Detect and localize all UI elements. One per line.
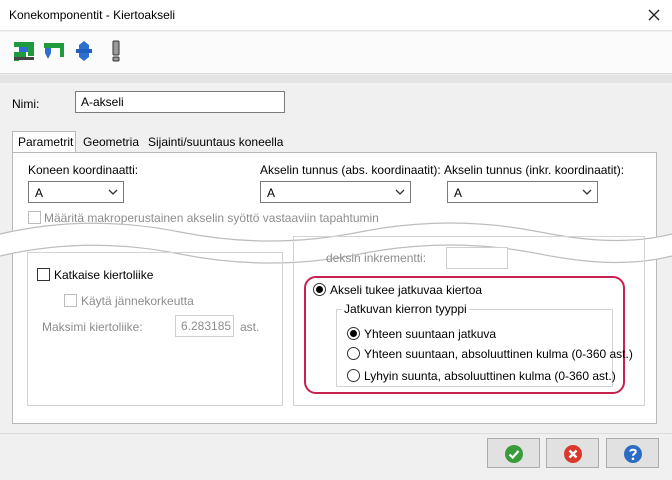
tab-parametrit[interactable]: Parametrit [12, 131, 76, 153]
rotation-type-radio-2[interactable] [347, 347, 360, 360]
toolbar-divider [0, 75, 672, 83]
name-label: Nimi: [12, 97, 40, 111]
axis-abs-label: Akselin tunnus (abs. koordinaatit): [260, 163, 441, 177]
axis-abs-value: A [267, 186, 276, 200]
rotation-type-radio-3[interactable] [347, 369, 360, 382]
rotation-type-radio-1[interactable] [347, 327, 360, 340]
machine-coord-select[interactable]: A [28, 181, 124, 203]
machine-coord-label: Koneen koordinaatti: [28, 163, 139, 177]
toolbar [0, 32, 672, 74]
rotation-type-label-1: Yhteen suuntaan jatkuva [364, 327, 497, 341]
chevron-down-icon [108, 189, 118, 195]
increment-input[interactable] [446, 247, 508, 269]
continuous-rotation-radio[interactable] [313, 283, 326, 296]
increment-label-fragment: deksin inkrementti: [326, 251, 427, 265]
warning-exclamation-icon[interactable] [104, 39, 128, 63]
max-rotation-label: Maksimi kiertoliike: [42, 320, 143, 334]
max-rotation-input[interactable]: 6.283185 [175, 315, 234, 337]
cut-rotation-checkbox[interactable] [37, 268, 50, 281]
ok-button[interactable] [487, 438, 540, 468]
help-question-icon [624, 445, 642, 463]
cancel-button[interactable] [546, 438, 599, 468]
axis-abs-select[interactable]: A [260, 181, 411, 203]
tab-geometria[interactable]: Geometria [78, 132, 144, 152]
component-blue-green-icon[interactable] [42, 39, 66, 63]
chevron-down-icon [395, 189, 405, 195]
tab-sijainti[interactable]: Sijainti/suuntaus koneella [143, 132, 288, 152]
machine-coord-value: A [35, 186, 44, 200]
axis-inc-value: A [454, 186, 463, 200]
cancel-x-icon [564, 445, 582, 463]
axis-inc-label: Akselin tunnus (inkr. koordinaatit): [444, 163, 625, 177]
name-input[interactable]: A-akseli [75, 91, 285, 113]
title-bar: Konekomponentit - Kiertoakseli [0, 0, 672, 31]
max-rotation-unit: ast. [240, 320, 260, 334]
use-chord-label: Käytä jännekorkeutta [81, 294, 194, 308]
cut-rotation-label: Katkaise kiertoliike [54, 268, 154, 282]
help-button[interactable] [606, 438, 659, 468]
rotation-type-label-2: Yhteen suuntaan, absoluuttinen kulma (0-… [364, 347, 633, 361]
rotation-type-label-3: Lyhyin suunta, absoluuttinen kulma (0-36… [364, 369, 616, 383]
check-icon [505, 445, 523, 463]
component-green-icon[interactable] [12, 39, 36, 63]
chevron-down-icon [582, 189, 592, 195]
gear-axis-icon[interactable] [72, 39, 96, 63]
axis-inc-select[interactable]: A [447, 181, 598, 203]
rotation-type-group-label: Jatkuvan kierron tyyppi [342, 302, 469, 316]
close-icon[interactable] [644, 5, 664, 25]
footer-separator [0, 433, 672, 434]
window-title: Konekomponentit - Kiertoakseli [9, 8, 176, 22]
use-chord-checkbox[interactable] [64, 294, 77, 307]
continuous-rotation-label: Akseli tukee jatkuvaa kiertoa [330, 283, 483, 297]
